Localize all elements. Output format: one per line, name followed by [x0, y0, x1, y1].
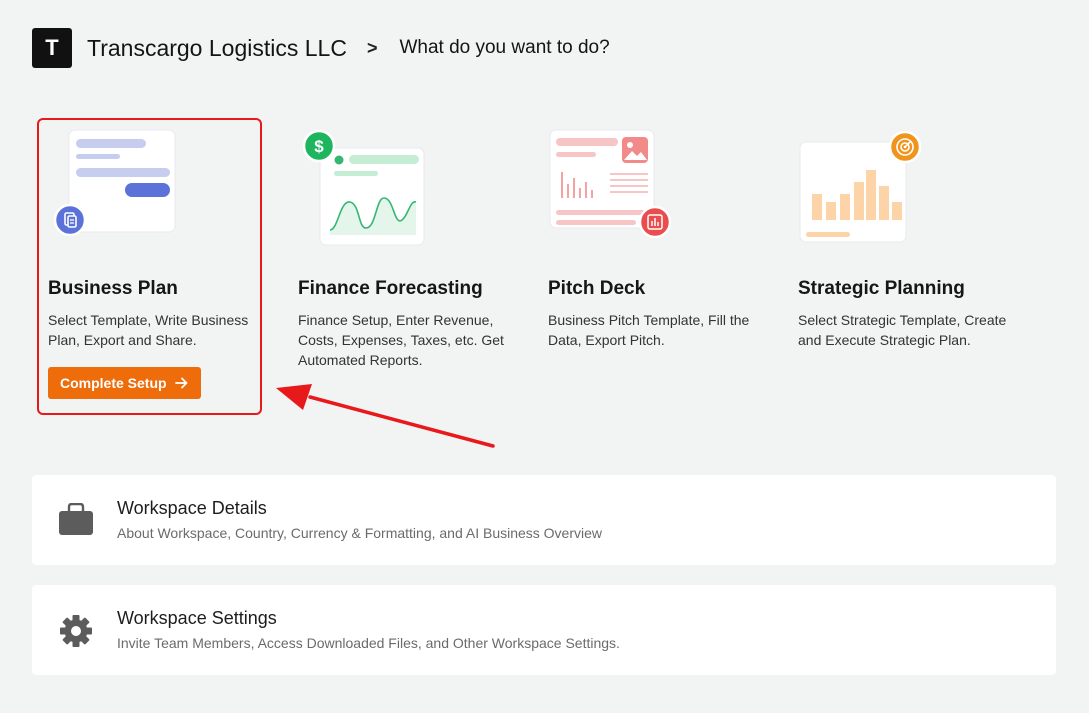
card-title: Pitch Deck	[548, 278, 646, 299]
panel-title: Workspace Details	[117, 498, 267, 518]
panel-subtitle: Invite Team Members, Access Downloaded F…	[117, 635, 620, 651]
workspace-details-panel[interactable]: Workspace Details About Workspace, Count…	[32, 475, 1056, 565]
card-title: Strategic Planning	[798, 278, 965, 299]
svg-text:$: $	[314, 137, 324, 156]
gear-icon	[60, 615, 92, 647]
breadcrumb-separator: >	[366, 37, 378, 58]
panel-title: Workspace Settings	[117, 608, 277, 628]
target-icon	[889, 131, 921, 163]
dollar-icon: $	[303, 130, 335, 162]
company-name[interactable]: Transcargo Logistics LLC	[87, 35, 347, 62]
panel-subtitle: About Workspace, Country, Currency & For…	[117, 525, 603, 541]
workspace-settings-panel[interactable]: Workspace Settings Invite Team Members, …	[32, 585, 1056, 675]
card-description: Select Strategic Template, Create and Ex…	[798, 312, 1007, 348]
card-description: Finance Setup, Enter Revenue, Costs, Exp…	[298, 312, 504, 368]
complete-setup-button[interactable]: Complete Setup	[48, 367, 201, 399]
page-question: What do you want to do?	[399, 37, 610, 58]
arrow-right-icon	[174, 377, 187, 389]
chart-icon	[639, 206, 671, 238]
page-header: T Transcargo Logistics LLC > What do you…	[32, 28, 610, 68]
card-description: Business Pitch Template, Fill the Data, …	[548, 312, 750, 348]
annotation-arrow	[276, 384, 495, 448]
complete-setup-label: Complete Setup	[60, 375, 167, 391]
card-title: Finance Forecasting	[298, 278, 483, 299]
workspace-logo[interactable]: T	[32, 28, 72, 68]
briefcase-icon	[59, 503, 93, 535]
